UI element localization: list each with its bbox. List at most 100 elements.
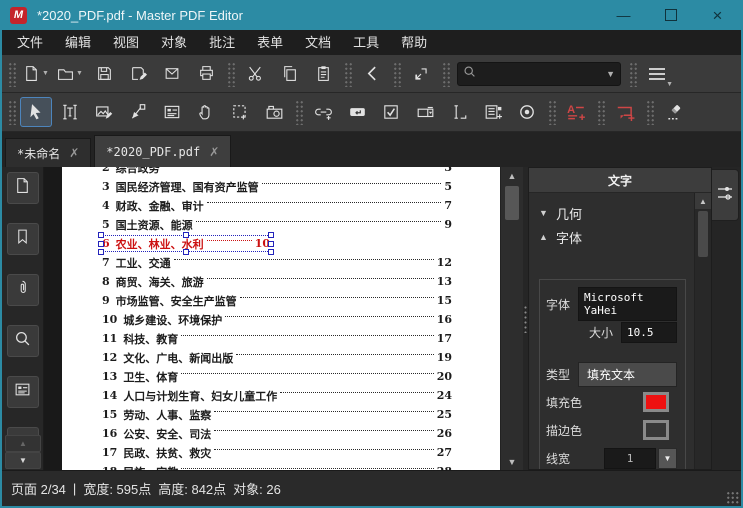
toc-row[interactable]: 4财政、金融、审计7 xyxy=(102,196,452,215)
snapshot-button[interactable] xyxy=(259,98,289,126)
menu-help[interactable]: 帮助 xyxy=(390,30,438,55)
edit-path-button[interactable] xyxy=(123,98,153,126)
selection-handle-mr[interactable] xyxy=(268,241,274,247)
selection-handle-tl[interactable] xyxy=(98,232,104,238)
toolbar-grip[interactable] xyxy=(7,61,16,87)
button-field-button[interactable] xyxy=(342,98,372,126)
panel-splitter[interactable] xyxy=(523,167,528,470)
menu-object[interactable]: 对象 xyxy=(150,30,198,55)
scrollbar-thumb[interactable] xyxy=(505,186,519,220)
select-area-button[interactable] xyxy=(225,98,255,126)
toc-row[interactable]: 7工业、交通12 xyxy=(102,253,452,272)
checkbox-field-button[interactable] xyxy=(376,98,406,126)
type-dropdown[interactable]: 填充文本 xyxy=(578,362,677,387)
selection-handle-br[interactable] xyxy=(268,249,274,255)
panel-section-0[interactable]: ▼几何 xyxy=(539,201,690,225)
font-size-input[interactable]: 10.5 xyxy=(621,322,677,343)
selection-handle-bm[interactable] xyxy=(183,249,189,255)
search-input[interactable] xyxy=(476,66,604,82)
dropdown-arrow-icon[interactable]: ▼ xyxy=(666,81,673,88)
toc-row[interactable]: 18民族、宗教28 xyxy=(102,462,452,470)
panel-scrollbar[interactable]: ▲ xyxy=(694,193,711,469)
toolbar-grip[interactable] xyxy=(547,99,556,125)
sidebar-item-attachments[interactable] xyxy=(7,274,39,306)
new-document-button[interactable]: ▼ xyxy=(21,60,51,88)
menu-forms[interactable]: 表单 xyxy=(246,30,294,55)
menu-document[interactable]: 文档 xyxy=(294,30,342,55)
text-field-button[interactable] xyxy=(444,98,474,126)
toolbar-grip[interactable] xyxy=(294,99,303,125)
save-as-button[interactable] xyxy=(123,60,153,88)
selection-handle-tr[interactable] xyxy=(268,232,274,238)
eraser-button[interactable] xyxy=(659,98,689,126)
menu-comment[interactable]: 批注 xyxy=(198,30,246,55)
sidebar-item-search[interactable] xyxy=(7,325,39,357)
cut-button[interactable] xyxy=(240,60,270,88)
document-tab-0[interactable]: *未命名✗ xyxy=(5,138,91,167)
stroke-color-swatch[interactable] xyxy=(643,420,669,440)
panel-scrollbar-thumb[interactable] xyxy=(698,211,708,257)
selection-handle-bl[interactable] xyxy=(98,249,104,255)
toc-row[interactable]: 13卫生、体育20 xyxy=(102,367,452,386)
edit-forms-button[interactable] xyxy=(157,98,187,126)
toolbar-grip[interactable] xyxy=(7,99,16,125)
frame-annotation-button[interactable] xyxy=(610,98,640,126)
line-width-input[interactable]: 1 xyxy=(604,448,656,469)
menu-tools[interactable]: 工具 xyxy=(342,30,390,55)
search-box[interactable]: ▼ xyxy=(457,62,621,86)
toc-row[interactable]: 8商贸、海关、旅游13 xyxy=(102,272,452,291)
minimize-button[interactable]: — xyxy=(600,0,647,30)
dropdown-arrow-icon[interactable]: ▼ xyxy=(42,70,49,77)
toc-row[interactable]: 10城乡建设、环境保护16 xyxy=(102,310,452,329)
search-dropdown-icon[interactable]: ▼ xyxy=(606,69,615,79)
add-link-button[interactable] xyxy=(308,98,338,126)
line-width-dropdown-icon[interactable]: ▼ xyxy=(658,448,677,469)
panel-scroll-up-icon[interactable]: ▲ xyxy=(695,193,711,209)
tab-close-icon[interactable]: ✗ xyxy=(209,146,219,158)
combobox-field-button[interactable] xyxy=(410,98,440,126)
toc-row[interactable]: 12文化、广电、新闻出版19 xyxy=(102,348,452,367)
sidebar-scroll-up-button[interactable]: ▲ xyxy=(5,435,41,452)
toc-row[interactable]: 17民政、扶贫、救灾27 xyxy=(102,443,452,462)
radio-field-button[interactable] xyxy=(512,98,542,126)
toolbar-grip[interactable] xyxy=(343,61,352,87)
vertical-scrollbar[interactable]: ▲ ▼ xyxy=(500,167,523,470)
toc-row[interactable]: 14人口与计划生育、妇女儿童工作24 xyxy=(102,386,452,405)
toolbar-grip[interactable] xyxy=(628,61,637,87)
save-button[interactable] xyxy=(89,60,119,88)
close-button[interactable]: × xyxy=(694,0,741,30)
toc-row[interactable]: 2综合政务3 xyxy=(102,167,452,177)
toc-row[interactable]: 6农业、林业、水利10 xyxy=(102,234,452,253)
menu-edit[interactable]: 编辑 xyxy=(54,30,102,55)
sidebar-item-page-thumbnails[interactable] xyxy=(7,172,39,204)
collapse-icon[interactable]: ▲ xyxy=(539,232,556,242)
sidebar-scroll-down-button[interactable]: ▼ xyxy=(5,452,41,469)
email-button[interactable] xyxy=(157,60,187,88)
font-name-input[interactable]: Microsoft YaHei xyxy=(578,287,677,321)
maximize-button[interactable] xyxy=(647,0,694,30)
select-button[interactable] xyxy=(21,98,51,126)
toc-row[interactable]: 16公安、安全、司法26 xyxy=(102,424,452,443)
toolbar-grip[interactable] xyxy=(596,99,605,125)
open-folder-button[interactable]: ▼ xyxy=(55,60,85,88)
print-button[interactable] xyxy=(191,60,221,88)
paste-button[interactable] xyxy=(308,60,338,88)
toc-row[interactable]: 11科技、教育17 xyxy=(102,329,452,348)
properties-panel-toggle[interactable] xyxy=(712,169,739,221)
menu-view[interactable]: 视图 xyxy=(102,30,150,55)
sidebar-item-bookmarks[interactable] xyxy=(7,223,39,255)
toc-row[interactable]: 5国土资源、能源9 xyxy=(102,215,452,234)
fit-page-button[interactable] xyxy=(406,60,436,88)
expand-icon[interactable]: ▼ xyxy=(539,208,556,218)
scroll-down-arrow-icon[interactable]: ▼ xyxy=(501,453,523,470)
selection-handle-ml[interactable] xyxy=(98,241,104,247)
document-tab-1[interactable]: *2020_PDF.pdf✗ xyxy=(94,135,231,167)
pdf-page[interactable]: 2综合政务33国民经济管理、国有资产监管54财政、金融、审计75国土资源、能源9… xyxy=(62,167,500,470)
back-button[interactable] xyxy=(357,60,387,88)
scroll-up-arrow-icon[interactable]: ▲ xyxy=(501,167,523,184)
toc-row[interactable]: 15劳动、人事、监察25 xyxy=(102,405,452,424)
copy-button[interactable] xyxy=(274,60,304,88)
sidebar-item-form-fields[interactable] xyxy=(7,376,39,408)
tab-close-icon[interactable]: ✗ xyxy=(69,147,79,159)
main-menu-button[interactable]: ▼ xyxy=(642,60,672,88)
